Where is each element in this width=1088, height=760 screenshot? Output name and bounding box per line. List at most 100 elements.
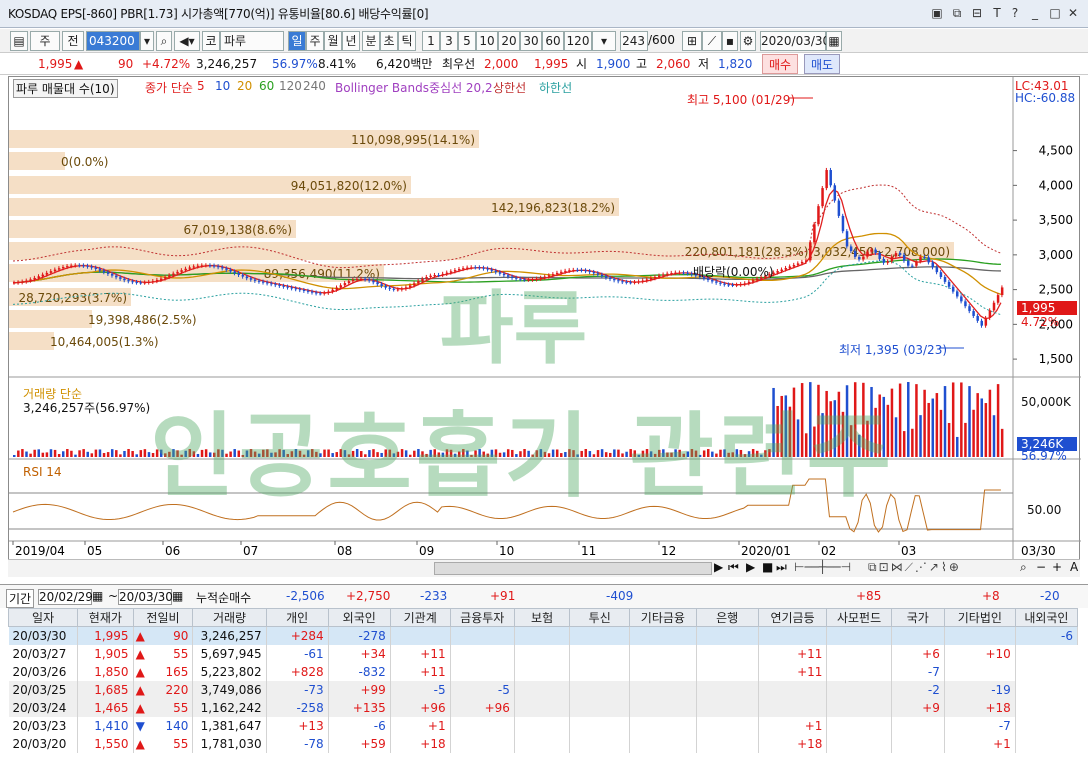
candle bbox=[482, 267, 485, 269]
period-week-button[interactable]: 주 bbox=[306, 31, 324, 51]
draw-tool-icon[interactable]: ⟋ bbox=[702, 31, 722, 51]
calendar-icon[interactable]: ▦ bbox=[826, 31, 842, 51]
stop-icon[interactable]: ■ bbox=[762, 560, 773, 574]
sell-button[interactable]: 매도 bbox=[804, 54, 840, 74]
from-date-input[interactable]: 20/02/29 bbox=[38, 589, 93, 605]
code-dropdown-icon[interactable]: ▾ bbox=[140, 31, 154, 51]
col-header[interactable]: 보험 bbox=[513, 608, 571, 627]
table-row[interactable]: 20/03/26 1,850 ▲ 165 5,223,802 +828 -832 +11 +11… bbox=[8, 662, 1078, 681]
interval-button-1[interactable]: 1 bbox=[422, 31, 440, 51]
settings-icon[interactable]: ⚙ bbox=[740, 31, 756, 51]
date-input[interactable]: 2020/03/30 bbox=[760, 31, 830, 51]
col-header[interactable]: 전일비 bbox=[132, 608, 194, 627]
col-header[interactable]: 기관계 bbox=[389, 608, 451, 627]
interval-dropdown[interactable]: ▾ bbox=[592, 31, 616, 51]
volume-bar bbox=[66, 449, 69, 457]
minimize-icon[interactable]: _ bbox=[1028, 6, 1042, 20]
volume-bar bbox=[813, 426, 816, 457]
to-calendar-icon[interactable]: ▦ bbox=[172, 589, 183, 603]
candle bbox=[147, 281, 151, 283]
interval-button-3[interactable]: 3 bbox=[440, 31, 458, 51]
from-calendar-icon[interactable]: ▦ bbox=[92, 589, 103, 603]
candle bbox=[968, 306, 971, 312]
col-header[interactable]: 은행 bbox=[695, 608, 759, 627]
interval-button-10[interactable]: 10 bbox=[476, 31, 498, 51]
chart-scrollbar[interactable] bbox=[434, 562, 712, 575]
chart-canvas[interactable]: 110,098,995(14.1%) 0(0.0%) 94,051,820(12.0… bbox=[9, 77, 1081, 562]
prev-stock-button[interactable]: 전 bbox=[62, 31, 84, 51]
zoom-slider[interactable]: ⊢──┼──⊣ bbox=[794, 560, 851, 574]
volume-bar bbox=[964, 422, 967, 457]
plus-icon[interactable]: + bbox=[1052, 560, 1062, 574]
col-header[interactable]: 금융투자 bbox=[449, 608, 515, 627]
sound-icon[interactable]: ◀▾ bbox=[174, 31, 200, 51]
to-date-input[interactable]: 20/03/30 bbox=[118, 589, 173, 605]
text-icon[interactable]: T bbox=[990, 6, 1004, 20]
col-header[interactable]: 현재가 bbox=[77, 608, 134, 627]
col-header[interactable]: 국가 bbox=[890, 608, 945, 627]
link-icon[interactable]: ⊟ bbox=[970, 6, 984, 20]
price-tag: 1,995 bbox=[1017, 301, 1077, 315]
investor-trading-table[interactable]: 일자 현재가 전일비 거래량 개인 외국인 기관계 금융투자 보험 투신 기타금융 은행 연기금등 사모펀… bbox=[7, 608, 1079, 753]
scroll-last-icon[interactable]: ⏭ bbox=[776, 560, 787, 575]
interval-button-60[interactable]: 60 bbox=[542, 31, 564, 51]
buy-button[interactable]: 매수 bbox=[762, 54, 798, 74]
cum-foreign: +2,750 bbox=[346, 589, 391, 603]
cell-net-buy bbox=[450, 662, 515, 681]
low-value: 1,820 bbox=[718, 57, 753, 71]
col-header[interactable]: 연기금등 bbox=[757, 608, 828, 627]
period-minute-button[interactable]: 분 bbox=[362, 31, 380, 51]
col-header[interactable]: 거래량 bbox=[192, 608, 267, 627]
maximize-icon[interactable]: □ bbox=[1048, 6, 1062, 20]
col-header[interactable]: 개인 bbox=[265, 608, 329, 627]
layout-icon[interactable]: ▣ bbox=[930, 6, 944, 20]
col-header[interactable]: 기타법인 bbox=[943, 608, 1016, 627]
candle bbox=[102, 270, 106, 273]
save-icon[interactable]: ▪ bbox=[722, 31, 738, 51]
table-row[interactable]: 20/03/20 1,550 ▲ 55 1,781,030 -78 +59 +18 +18 +1 bbox=[8, 734, 1078, 753]
stock-chart[interactable]: 110,098,995(14.1%) 0(0.0%) 94,051,820(12.0… bbox=[8, 76, 1081, 562]
stock-type-select[interactable]: 주 bbox=[30, 31, 60, 51]
period-month-button[interactable]: 월 bbox=[324, 31, 342, 51]
table-row[interactable]: 20/03/23 1,410 ▼ 140 1,381,647 +13 -6 +1 +1 -7 bbox=[8, 716, 1078, 735]
table-row[interactable]: 20/03/27 1,905 ▲ 55 5,697,945 -61 +34 +11 +11 +6 +… bbox=[8, 644, 1078, 663]
col-header[interactable]: 투신 bbox=[569, 608, 631, 627]
col-header[interactable]: 사모펀드 bbox=[826, 608, 892, 627]
cell-net-buy: -6 bbox=[328, 716, 391, 735]
interval-button-20[interactable]: 20 bbox=[498, 31, 520, 51]
minus-icon[interactable]: − bbox=[1036, 560, 1046, 574]
price-tick-label: 3,000 bbox=[1039, 248, 1073, 262]
stock-name-field[interactable]: 파루 bbox=[220, 31, 284, 51]
col-header[interactable]: 일자 bbox=[7, 608, 79, 627]
col-header[interactable]: 기타금융 bbox=[629, 608, 697, 627]
play-icon[interactable]: ▶ bbox=[746, 560, 755, 574]
period-tick-button[interactable]: 틱 bbox=[398, 31, 416, 51]
indicator-icon[interactable]: ⊞ bbox=[682, 31, 702, 51]
period-second-button[interactable]: 초 bbox=[380, 31, 398, 51]
list-icon[interactable]: ▤ bbox=[10, 31, 28, 51]
window-copy-icon[interactable]: ⧉ bbox=[950, 6, 964, 20]
font-size-icon[interactable]: A bbox=[1070, 560, 1078, 574]
scroll-first-icon[interactable]: ⏮ bbox=[728, 560, 739, 575]
interval-button-30[interactable]: 30 bbox=[520, 31, 542, 51]
cum-financial: +91 bbox=[490, 589, 516, 603]
col-header[interactable]: 내외국인 bbox=[1014, 608, 1079, 627]
col-header[interactable]: 외국인 bbox=[327, 608, 391, 627]
period-day-button[interactable]: 일 bbox=[288, 31, 306, 51]
search-icon[interactable]: ⌕ bbox=[156, 31, 172, 51]
volume-bar bbox=[1000, 428, 1004, 457]
table-row[interactable]: 20/03/24 1,465 ▲ 55 1,162,242 -258 +135 +96 +96 +… bbox=[8, 698, 1078, 717]
table-row[interactable]: 20/03/30 1,995 ▲ 90 3,246,257 +284 -278 -6 bbox=[8, 626, 1079, 645]
table-row[interactable]: 20/03/25 1,685 ▲ 220 3,749,086 -73 +99 -5 -5 -2 -1… bbox=[8, 680, 1078, 699]
close-icon[interactable]: ✕ bbox=[1066, 6, 1080, 20]
period-year-button[interactable]: 년 bbox=[342, 31, 360, 51]
volume-bar bbox=[960, 382, 963, 457]
stock-code-input[interactable]: 043200 bbox=[86, 31, 140, 51]
interval-button-5[interactable]: 5 bbox=[458, 31, 476, 51]
data-count-input[interactable]: 243 bbox=[620, 31, 648, 51]
help-icon[interactable]: ? bbox=[1008, 6, 1022, 20]
interval-button-120[interactable]: 120 bbox=[564, 31, 592, 51]
zoom-in-icon[interactable]: ⌕ bbox=[1020, 560, 1027, 575]
scroll-right-icon[interactable]: ▶ bbox=[714, 560, 723, 574]
drawing-tools-icon[interactable]: ⧉⊡⋈⟋⋰↗⌇⊕ bbox=[868, 560, 961, 575]
